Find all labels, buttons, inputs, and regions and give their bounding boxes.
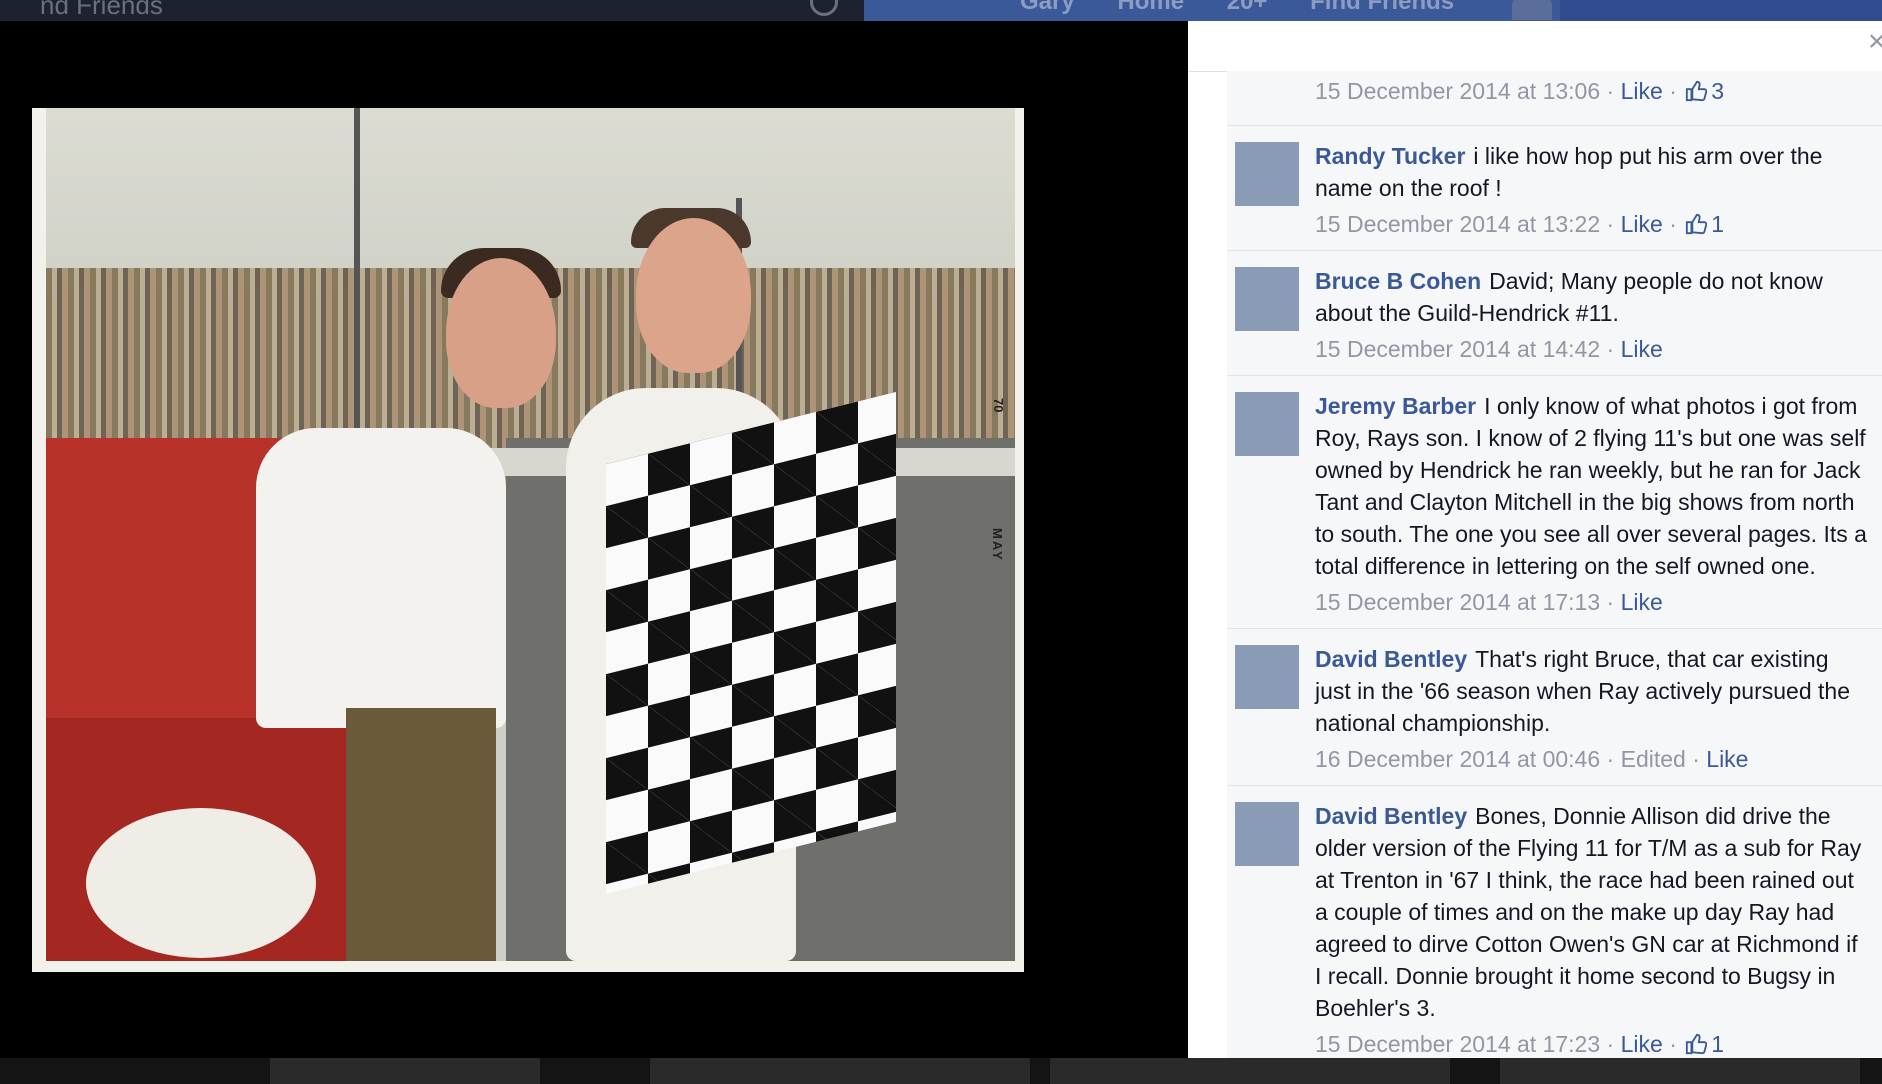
photo-man-right-head [636,218,751,373]
comment-item: Bruce B Cohen David; Many people do not k… [1227,251,1882,376]
comment-timestamp[interactable]: 15 December 2014 at 14:42 [1315,336,1600,362]
comment-text: Bones, Donnie Allison did drive the olde… [1315,803,1862,1021]
top-nav-links: Gary Home 20+ Find Friends [1020,0,1490,16]
like-link[interactable]: Like [1706,746,1748,772]
thumbs-up-icon[interactable] [1685,80,1708,102]
avatar[interactable] [1235,142,1299,206]
photo-checkered-flag [606,391,896,895]
thumbs-up-icon[interactable] [1685,213,1708,235]
nav-home-count-badge: 20+ [1226,0,1268,15]
photo-man-left-shirt [256,428,506,728]
avatar[interactable] [1235,267,1299,331]
comment-meta: 16 December 2014 at 00:46 · Edited · Lik… [1315,746,1749,772]
photo-viewer: 70 MAY [32,108,1024,972]
bottom-thumbnail-strip [0,1058,1882,1084]
like-link[interactable]: Like [1621,589,1663,615]
comment-author[interactable]: Bruce B Cohen [1315,268,1481,294]
comment-meta: 15 December 2014 at 14:42 · Like [1315,336,1663,362]
comment-timestamp[interactable]: 15 December 2014 at 13:06 [1315,78,1600,104]
comment-timestamp[interactable]: 16 December 2014 at 00:46 [1315,746,1600,772]
photo-year-stamp: 70 [991,398,1006,413]
comment-timestamp[interactable]: 15 December 2014 at 17:13 [1315,589,1600,615]
nav-find-friends-link[interactable]: Find Friends [1310,0,1454,15]
comment-item: Randy Tucker i like how hop put his arm o… [1227,126,1882,251]
comment-author[interactable]: David Bentley [1315,646,1467,672]
thumbnail[interactable] [270,1058,540,1084]
photo-car-number-roundel [86,808,316,958]
nav-profile-link[interactable]: Gary [1020,0,1075,15]
like-count[interactable]: 3 [1711,78,1724,104]
avatar[interactable] [1235,392,1299,456]
search-bar[interactable]: nd Friends [0,0,864,21]
photo-man-left-pants [346,708,496,961]
comment-item: David Bentley That's right Bruce, that ca… [1227,629,1882,786]
top-bar-right-area [1560,0,1882,21]
comment-meta: 15 December 2014 at 17:13 · Like [1315,589,1663,615]
avatar[interactable] [1235,645,1299,709]
thumbnail[interactable] [1500,1058,1860,1084]
like-link[interactable]: Like [1621,78,1663,104]
avatar[interactable] [1235,802,1299,866]
thumbnail[interactable] [650,1058,1030,1084]
comment-author[interactable]: Jeremy Barber [1315,393,1476,419]
comment-timestamp[interactable]: 15 December 2014 at 17:23 [1315,1031,1600,1057]
like-link[interactable]: Like [1621,211,1663,237]
comments-panel: × 15 December 2014 at 13:06 · Like · 3 R… [1188,21,1882,1058]
close-icon[interactable]: × [1868,27,1882,57]
comment-item: David Bentley Bones, Donnie Allison did d… [1227,786,1882,1058]
search-icon[interactable] [810,0,838,16]
like-count[interactable]: 1 [1711,211,1724,237]
thumbs-up-icon[interactable] [1685,1033,1708,1055]
photo-man-left-head [446,258,556,408]
comment-list[interactable]: 15 December 2014 at 13:06 · Like · 3 Ran… [1227,71,1882,1058]
like-link[interactable]: Like [1621,336,1663,362]
edited-label[interactable]: Edited [1621,746,1686,772]
comment-tail: 15 December 2014 at 13:06 · Like · 3 [1227,71,1882,126]
like-count[interactable]: 1 [1711,1031,1724,1057]
comment-meta: 15 December 2014 at 13:22 · Like · 1 [1315,211,1725,237]
nav-home-link[interactable]: Home [1117,0,1184,15]
comment-author[interactable]: David Bentley [1315,803,1467,829]
race-photo[interactable]: 70 MAY [46,108,1015,961]
friend-requests-icon[interactable] [1512,0,1552,20]
photo-month-stamp: MAY [990,528,1005,562]
comment-meta: 15 December 2014 at 17:23 · Like · 1 [1315,1031,1725,1057]
comment-meta: 15 December 2014 at 13:06 · Like · 3 [1315,78,1725,104]
like-link[interactable]: Like [1621,1031,1663,1057]
search-input[interactable]: nd Friends [40,0,163,21]
comment-author[interactable]: Randy Tucker [1315,143,1465,169]
photo-pole [354,108,360,468]
top-navigation-bar: nd Friends Gary Home 20+ Find Friends [0,0,1882,21]
comment-text: I only know of what photos i got from Ro… [1315,393,1867,579]
thumbnail[interactable] [1050,1058,1450,1084]
panel-header: × [1188,21,1882,72]
comment-item: Jeremy Barber I only know of what photos … [1227,376,1882,629]
comment-timestamp[interactable]: 15 December 2014 at 13:22 [1315,211,1600,237]
